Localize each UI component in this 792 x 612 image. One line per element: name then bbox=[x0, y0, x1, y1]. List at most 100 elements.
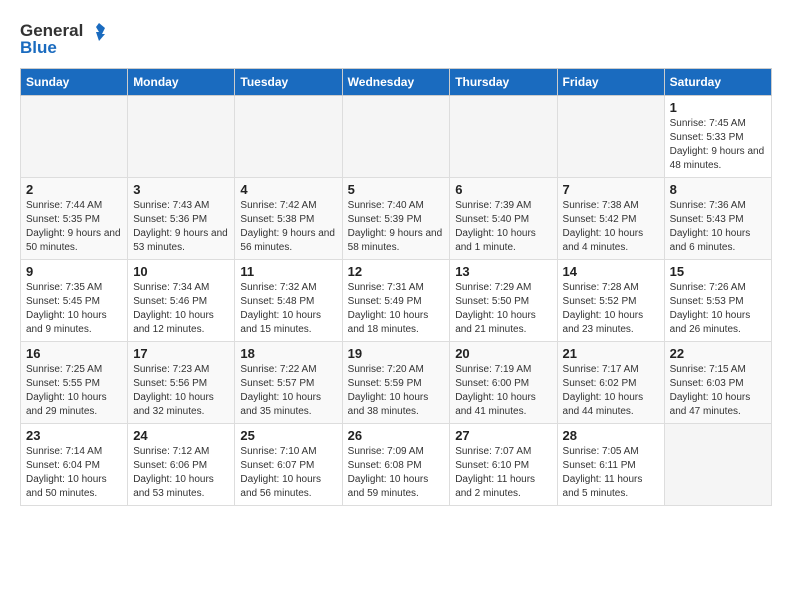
day-cell: 5 Sunrise: 7:40 AM Sunset: 5:39 PM Daylig… bbox=[342, 178, 450, 260]
day-detail: Sunrise: 7:38 AM Sunset: 5:42 PM Dayligh… bbox=[563, 199, 659, 255]
week-row-2: 2 Sunrise: 7:44 AM Sunset: 5:35 PM Daylig… bbox=[21, 178, 772, 260]
weekday-header-friday: Friday bbox=[557, 69, 664, 96]
day-cell: 16 Sunrise: 7:25 AM Sunset: 5:55 PM Dayli… bbox=[21, 342, 128, 424]
day-cell bbox=[128, 96, 235, 178]
day-number: 24 bbox=[133, 428, 229, 443]
weekday-header-thursday: Thursday bbox=[450, 69, 557, 96]
day-cell bbox=[664, 424, 771, 506]
day-number: 10 bbox=[133, 264, 229, 279]
day-cell: 11 Sunrise: 7:32 AM Sunset: 5:48 PM Dayli… bbox=[235, 260, 342, 342]
day-detail: Sunrise: 7:40 AM Sunset: 5:39 PM Dayligh… bbox=[348, 199, 445, 255]
day-detail: Sunrise: 7:22 AM Sunset: 5:57 PM Dayligh… bbox=[240, 363, 336, 419]
day-number: 28 bbox=[563, 428, 659, 443]
day-cell: 20Sunrise: 7:19 AM Sunset: 6:00 PM Dayli… bbox=[450, 342, 557, 424]
day-cell: 6 Sunrise: 7:39 AM Sunset: 5:40 PM Daylig… bbox=[450, 178, 557, 260]
week-row-3: 9Sunrise: 7:35 AM Sunset: 5:45 PM Daylig… bbox=[21, 260, 772, 342]
day-detail: Sunrise: 7:31 AM Sunset: 5:49 PM Dayligh… bbox=[348, 281, 445, 337]
day-detail: Sunrise: 7:42 AM Sunset: 5:38 PM Dayligh… bbox=[240, 199, 336, 255]
day-number: 13 bbox=[455, 264, 551, 279]
day-detail: Sunrise: 7:25 AM Sunset: 5:55 PM Dayligh… bbox=[26, 363, 122, 419]
day-cell: 2 Sunrise: 7:44 AM Sunset: 5:35 PM Daylig… bbox=[21, 178, 128, 260]
weekday-header-tuesday: Tuesday bbox=[235, 69, 342, 96]
day-detail: Sunrise: 7:23 AM Sunset: 5:56 PM Dayligh… bbox=[133, 363, 229, 419]
logo-blue: Blue bbox=[20, 38, 57, 58]
day-number: 18 bbox=[240, 346, 336, 361]
day-cell: 3 Sunrise: 7:43 AM Sunset: 5:36 PM Daylig… bbox=[128, 178, 235, 260]
weekday-header-wednesday: Wednesday bbox=[342, 69, 450, 96]
calendar-table: SundayMondayTuesdayWednesdayThursdayFrid… bbox=[20, 68, 772, 506]
day-number: 23 bbox=[26, 428, 122, 443]
day-number: 15 bbox=[670, 264, 766, 279]
day-detail: Sunrise: 7:28 AM Sunset: 5:52 PM Dayligh… bbox=[563, 281, 659, 337]
week-row-4: 16 Sunrise: 7:25 AM Sunset: 5:55 PM Dayli… bbox=[21, 342, 772, 424]
day-number: 4 bbox=[240, 182, 336, 197]
day-cell bbox=[342, 96, 450, 178]
day-number: 17 bbox=[133, 346, 229, 361]
day-cell bbox=[450, 96, 557, 178]
day-number: 2 bbox=[26, 182, 122, 197]
day-cell: 27 Sunrise: 7:07 AM Sunset: 6:10 PM Dayli… bbox=[450, 424, 557, 506]
day-number: 25 bbox=[240, 428, 336, 443]
day-cell bbox=[235, 96, 342, 178]
day-detail: Sunrise: 7:20 AM Sunset: 5:59 PM Dayligh… bbox=[348, 363, 445, 419]
day-cell: 22 Sunrise: 7:15 AM Sunset: 6:03 PM Dayli… bbox=[664, 342, 771, 424]
day-number: 3 bbox=[133, 182, 229, 197]
day-detail: Sunrise: 7:36 AM Sunset: 5:43 PM Dayligh… bbox=[670, 199, 766, 255]
logo: General Blue bbox=[20, 20, 107, 58]
day-number: 7 bbox=[563, 182, 659, 197]
day-number: 26 bbox=[348, 428, 445, 443]
day-detail: Sunrise: 7:34 AM Sunset: 5:46 PM Dayligh… bbox=[133, 281, 229, 337]
day-detail: Sunrise: 7:05 AM Sunset: 6:11 PM Dayligh… bbox=[563, 445, 659, 501]
day-number: 22 bbox=[670, 346, 766, 361]
day-detail: Sunrise: 7:17 AM Sunset: 6:02 PM Dayligh… bbox=[563, 363, 659, 419]
day-number: 1 bbox=[670, 100, 766, 115]
day-detail: Sunrise: 7:39 AM Sunset: 5:40 PM Dayligh… bbox=[455, 199, 551, 255]
day-cell: 1Sunrise: 7:45 AM Sunset: 5:33 PM Daylig… bbox=[664, 96, 771, 178]
day-cell bbox=[21, 96, 128, 178]
logo-container: General Blue bbox=[20, 20, 107, 58]
day-detail: Sunrise: 7:29 AM Sunset: 5:50 PM Dayligh… bbox=[455, 281, 551, 337]
day-detail: Sunrise: 7:26 AM Sunset: 5:53 PM Dayligh… bbox=[670, 281, 766, 337]
day-cell: 25 Sunrise: 7:10 AM Sunset: 6:07 PM Dayli… bbox=[235, 424, 342, 506]
day-cell: 21Sunrise: 7:17 AM Sunset: 6:02 PM Dayli… bbox=[557, 342, 664, 424]
logo-bird-icon bbox=[85, 20, 107, 42]
day-cell: 12Sunrise: 7:31 AM Sunset: 5:49 PM Dayli… bbox=[342, 260, 450, 342]
day-number: 16 bbox=[26, 346, 122, 361]
day-number: 8 bbox=[670, 182, 766, 197]
day-cell: 14 Sunrise: 7:28 AM Sunset: 5:52 PM Dayli… bbox=[557, 260, 664, 342]
day-number: 14 bbox=[563, 264, 659, 279]
day-detail: Sunrise: 7:19 AM Sunset: 6:00 PM Dayligh… bbox=[455, 363, 551, 419]
weekday-header-row: SundayMondayTuesdayWednesdayThursdayFrid… bbox=[21, 69, 772, 96]
week-row-1: 1Sunrise: 7:45 AM Sunset: 5:33 PM Daylig… bbox=[21, 96, 772, 178]
day-cell bbox=[557, 96, 664, 178]
day-cell: 19 Sunrise: 7:20 AM Sunset: 5:59 PM Dayli… bbox=[342, 342, 450, 424]
day-cell: 7 Sunrise: 7:38 AM Sunset: 5:42 PM Daylig… bbox=[557, 178, 664, 260]
weekday-header-sunday: Sunday bbox=[21, 69, 128, 96]
day-detail: Sunrise: 7:07 AM Sunset: 6:10 PM Dayligh… bbox=[455, 445, 551, 501]
header: General Blue bbox=[20, 20, 772, 58]
day-detail: Sunrise: 7:35 AM Sunset: 5:45 PM Dayligh… bbox=[26, 281, 122, 337]
day-detail: Sunrise: 7:09 AM Sunset: 6:08 PM Dayligh… bbox=[348, 445, 445, 501]
day-detail: Sunrise: 7:14 AM Sunset: 6:04 PM Dayligh… bbox=[26, 445, 122, 501]
day-detail: Sunrise: 7:12 AM Sunset: 6:06 PM Dayligh… bbox=[133, 445, 229, 501]
day-cell: 9Sunrise: 7:35 AM Sunset: 5:45 PM Daylig… bbox=[21, 260, 128, 342]
day-cell: 23 Sunrise: 7:14 AM Sunset: 6:04 PM Dayli… bbox=[21, 424, 128, 506]
day-detail: Sunrise: 7:10 AM Sunset: 6:07 PM Dayligh… bbox=[240, 445, 336, 501]
weekday-header-saturday: Saturday bbox=[664, 69, 771, 96]
day-cell: 18 Sunrise: 7:22 AM Sunset: 5:57 PM Dayli… bbox=[235, 342, 342, 424]
day-cell: 17 Sunrise: 7:23 AM Sunset: 5:56 PM Dayli… bbox=[128, 342, 235, 424]
day-number: 5 bbox=[348, 182, 445, 197]
day-cell: 24 Sunrise: 7:12 AM Sunset: 6:06 PM Dayli… bbox=[128, 424, 235, 506]
day-detail: Sunrise: 7:32 AM Sunset: 5:48 PM Dayligh… bbox=[240, 281, 336, 337]
day-detail: Sunrise: 7:15 AM Sunset: 6:03 PM Dayligh… bbox=[670, 363, 766, 419]
day-detail: Sunrise: 7:43 AM Sunset: 5:36 PM Dayligh… bbox=[133, 199, 229, 255]
day-cell: 13 Sunrise: 7:29 AM Sunset: 5:50 PM Dayli… bbox=[450, 260, 557, 342]
day-cell: 8 Sunrise: 7:36 AM Sunset: 5:43 PM Daylig… bbox=[664, 178, 771, 260]
day-cell: 10 Sunrise: 7:34 AM Sunset: 5:46 PM Dayli… bbox=[128, 260, 235, 342]
day-number: 6 bbox=[455, 182, 551, 197]
day-cell: 4 Sunrise: 7:42 AM Sunset: 5:38 PM Daylig… bbox=[235, 178, 342, 260]
day-detail: Sunrise: 7:44 AM Sunset: 5:35 PM Dayligh… bbox=[26, 199, 122, 255]
day-number: 27 bbox=[455, 428, 551, 443]
day-number: 11 bbox=[240, 264, 336, 279]
day-number: 19 bbox=[348, 346, 445, 361]
